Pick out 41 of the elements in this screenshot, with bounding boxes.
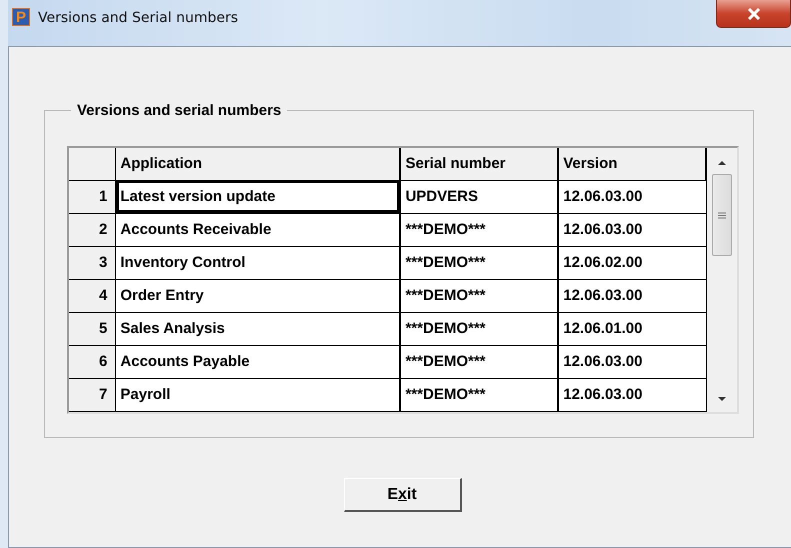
table-cell[interactable]: 12.06.03.00	[558, 180, 706, 213]
row-number: 7	[69, 378, 116, 411]
table-cell[interactable]: ***DEMO***	[400, 378, 558, 411]
column-header[interactable]: Application	[116, 148, 400, 180]
table-cell[interactable]: 12.06.03.00	[558, 345, 706, 378]
close-icon	[746, 8, 760, 20]
table-cell[interactable]: Sales Analysis	[116, 312, 400, 345]
table-cell[interactable]: Order Entry	[116, 279, 400, 312]
grip-icon	[718, 212, 726, 218]
table-cell[interactable]: ***DEMO***	[400, 312, 558, 345]
table-cell[interactable]: 12.06.03.00	[558, 378, 706, 411]
close-button[interactable]	[716, 0, 791, 28]
scroll-down-icon[interactable]	[717, 396, 728, 402]
table-cell[interactable]: UPDVERS	[400, 180, 558, 213]
table-cell[interactable]: Inventory Control	[116, 246, 400, 279]
table-cell[interactable]: 12.06.02.00	[558, 246, 706, 279]
row-number: 3	[69, 246, 116, 279]
row-number: 6	[69, 345, 116, 378]
window-title: Versions and Serial numbers	[38, 9, 238, 28]
column-header[interactable]: Version	[558, 148, 706, 180]
table-cell[interactable]: ***DEMO***	[400, 246, 558, 279]
table-cell[interactable]: Accounts Receivable	[116, 213, 400, 246]
row-number: 2	[69, 213, 116, 246]
row-number: 5	[69, 312, 116, 345]
table-cell[interactable]: 12.06.01.00	[558, 312, 706, 345]
table-cell[interactable]: ***DEMO***	[400, 279, 558, 312]
app-icon: P	[12, 8, 30, 26]
table-cell[interactable]: Latest version update	[116, 180, 400, 213]
row-number: 1	[69, 180, 116, 213]
table-cell[interactable]: ***DEMO***	[400, 345, 558, 378]
scroll-up-icon[interactable]	[717, 160, 728, 166]
scrollbar-thumb[interactable]	[712, 174, 732, 256]
table-cell[interactable]: 12.06.03.00	[558, 213, 706, 246]
table-cell[interactable]: 12.06.03.00	[558, 279, 706, 312]
exit-button[interactable]: Exit	[344, 478, 462, 512]
table-cell[interactable]: Payroll	[116, 378, 400, 411]
group-title: Versions and serial numbers	[76, 102, 282, 119]
row-number: 4	[69, 279, 116, 312]
table-cell[interactable]: Accounts Payable	[116, 345, 400, 378]
column-header[interactable]: Serial number	[400, 148, 558, 180]
table-cell[interactable]: ***DEMO***	[400, 213, 558, 246]
